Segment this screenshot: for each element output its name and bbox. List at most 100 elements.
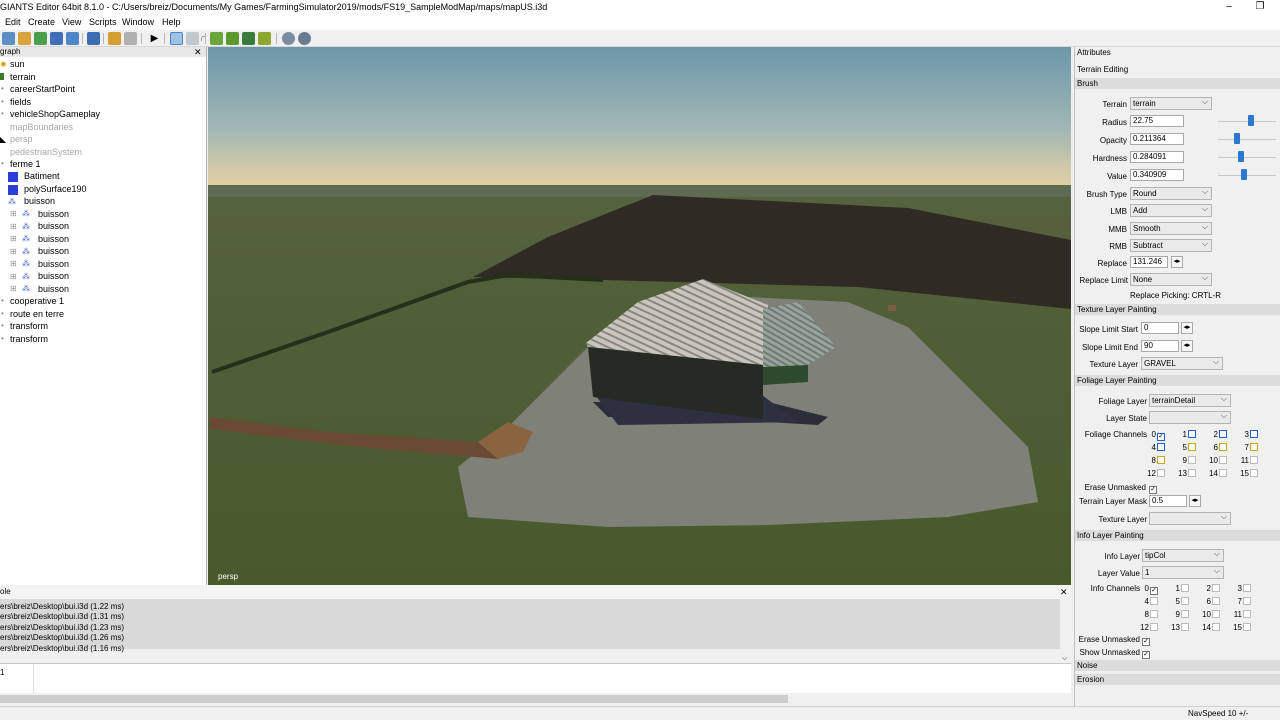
erosion-section-header[interactable]: Erosion: [1075, 674, 1280, 685]
slope-end-input[interactable]: 90: [1141, 340, 1179, 352]
slope-start-spinner[interactable]: ◂▸: [1181, 322, 1193, 334]
info-channel-4[interactable]: 4: [1140, 597, 1158, 606]
menu-help[interactable]: Help: [162, 17, 181, 27]
settings-icon[interactable]: [282, 32, 295, 45]
scroll-down-icon[interactable]: ⌵: [1062, 655, 1067, 663]
texture-section-header[interactable]: Texture Layer Painting: [1075, 304, 1280, 315]
foliage-channel-checkbox[interactable]: [1188, 456, 1196, 464]
tree-node-sun[interactable]: sun: [10, 59, 25, 69]
info-channel-checkbox[interactable]: ✓: [1150, 587, 1158, 595]
tree-node-buisson[interactable]: buisson: [38, 271, 69, 281]
layer-value-select[interactable]: 1: [1142, 565, 1224, 579]
refresh-icon[interactable]: [34, 32, 47, 45]
info-channel-checkbox[interactable]: [1150, 610, 1158, 618]
foliage-channel-14[interactable]: 14: [1209, 469, 1227, 478]
menu-create[interactable]: Create: [28, 17, 55, 27]
info-channel-11[interactable]: 11: [1233, 610, 1251, 619]
expand-icon[interactable]: ⊞: [10, 259, 17, 268]
terrain-paint-icon[interactable]: [226, 32, 239, 45]
foliage-erase-unmasked-checkbox[interactable]: ✓: [1148, 482, 1157, 494]
info-channel-checkbox[interactable]: [1243, 597, 1251, 605]
menu-scripts[interactable]: Scripts: [89, 17, 117, 27]
info-channel-1[interactable]: 1: [1171, 584, 1189, 593]
expand-icon[interactable]: ⊞: [10, 209, 17, 218]
radius-input[interactable]: 22.75: [1130, 115, 1184, 127]
info-channel-8[interactable]: 8: [1140, 610, 1158, 619]
opacity-slider-handle[interactable]: [1234, 133, 1240, 144]
foliage-channel-2[interactable]: 2: [1209, 430, 1227, 439]
foliage-channel-checkbox[interactable]: [1219, 443, 1227, 451]
foliage-channel-checkbox[interactable]: [1188, 469, 1196, 477]
info-channel-14[interactable]: 14: [1202, 623, 1220, 632]
info-channel-10[interactable]: 10: [1202, 610, 1220, 619]
replace-input[interactable]: 131.246: [1130, 256, 1168, 268]
info-erase-unmasked-checkbox[interactable]: ✓: [1141, 634, 1150, 646]
info-paint-icon[interactable]: [258, 32, 271, 45]
layer-state-select[interactable]: [1149, 410, 1231, 424]
tree-node-cooperative-1[interactable]: cooperative 1: [10, 296, 64, 306]
tree-node-ferme-1[interactable]: ferme 1: [10, 159, 41, 169]
foliage-channel-checkbox[interactable]: [1188, 430, 1196, 438]
foliage-channel-checkbox[interactable]: [1250, 469, 1258, 477]
import-icon[interactable]: [87, 32, 100, 45]
value-input[interactable]: 0.340909: [1130, 169, 1184, 181]
foliage-channel-checkbox[interactable]: [1157, 469, 1165, 477]
hardness-slider[interactable]: [1218, 157, 1276, 158]
info-channel-checkbox[interactable]: [1243, 610, 1251, 618]
terrain-sculpt-icon[interactable]: [210, 32, 223, 45]
foliage-channel-3[interactable]: 3: [1240, 430, 1258, 439]
minimize-button[interactable]: –: [1214, 0, 1244, 16]
tree-node-mapboundaries[interactable]: mapBoundaries: [10, 122, 73, 132]
console-scrollbar[interactable]: [1060, 599, 1071, 663]
tree-node-buisson[interactable]: buisson: [38, 221, 69, 231]
slope-start-input[interactable]: 0: [1141, 322, 1179, 334]
expand-icon[interactable]: ⊞: [10, 222, 17, 231]
foliage-channel-0[interactable]: 0 ✓: [1147, 430, 1165, 441]
save-icon[interactable]: [50, 32, 63, 45]
terrain-layer-mask-input[interactable]: 0.5: [1149, 495, 1187, 507]
foliage-channel-checkbox[interactable]: [1250, 443, 1258, 451]
tree-node-buisson[interactable]: buisson: [38, 246, 69, 256]
tree-node-transform[interactable]: transform: [10, 334, 48, 344]
3d-viewport[interactable]: persp: [208, 47, 1071, 585]
tree-node-pedestriansystem[interactable]: pedestrianSystem: [10, 147, 82, 157]
replace-spinner[interactable]: ◂▸: [1171, 256, 1183, 268]
value-slider[interactable]: [1218, 175, 1276, 176]
export-icon[interactable]: [66, 32, 79, 45]
undo-icon[interactable]: [108, 32, 121, 45]
move-tool-icon[interactable]: [186, 32, 199, 45]
info-channel-checkbox[interactable]: [1150, 623, 1158, 631]
foliage-channel-checkbox[interactable]: [1250, 456, 1258, 464]
brush-type-select[interactable]: Round: [1130, 186, 1212, 200]
brush-section-header[interactable]: Brush: [1075, 78, 1280, 89]
info-channel-checkbox[interactable]: [1212, 623, 1220, 631]
opacity-input[interactable]: 0.211364: [1130, 133, 1184, 145]
tree-node-buisson[interactable]: buisson: [24, 196, 55, 206]
command-input[interactable]: 1: [0, 663, 1071, 693]
foliage-channel-6[interactable]: 6: [1209, 443, 1227, 452]
foliage-channel-5[interactable]: 5: [1178, 443, 1196, 452]
menu-edit[interactable]: Edit: [5, 17, 21, 27]
texture-layer-select[interactable]: GRAVEL: [1141, 356, 1223, 370]
menu-view[interactable]: View: [62, 17, 81, 27]
menu-window[interactable]: Window: [122, 17, 154, 27]
foliage-channel-1[interactable]: 1: [1178, 430, 1196, 439]
tree-node-persp[interactable]: persp: [10, 134, 33, 144]
new-file-icon[interactable]: [2, 32, 15, 45]
foliage-channel-checkbox[interactable]: [1219, 469, 1227, 477]
tree-node-batiment[interactable]: Batiment: [24, 171, 60, 181]
tree-node-terrain[interactable]: terrain: [10, 72, 36, 82]
foliage-channel-checkbox[interactable]: [1188, 443, 1196, 451]
tree-node-route-en-terre[interactable]: route en terre: [10, 309, 64, 319]
maximize-button[interactable]: ❐: [1245, 0, 1275, 16]
radius-slider-handle[interactable]: [1248, 115, 1254, 126]
noise-section-header[interactable]: Noise: [1075, 660, 1280, 671]
foliage-channel-checkbox[interactable]: ✓: [1157, 433, 1165, 441]
foliage-channel-checkbox[interactable]: [1157, 456, 1165, 464]
foliage-channel-checkbox[interactable]: [1250, 430, 1258, 438]
info-channel-checkbox[interactable]: [1212, 584, 1220, 592]
info-channel-checkbox[interactable]: [1181, 584, 1189, 592]
foliage-channel-15[interactable]: 15: [1240, 469, 1258, 478]
radius-slider[interactable]: [1218, 121, 1276, 122]
foliage-channel-11[interactable]: 11: [1240, 456, 1258, 465]
